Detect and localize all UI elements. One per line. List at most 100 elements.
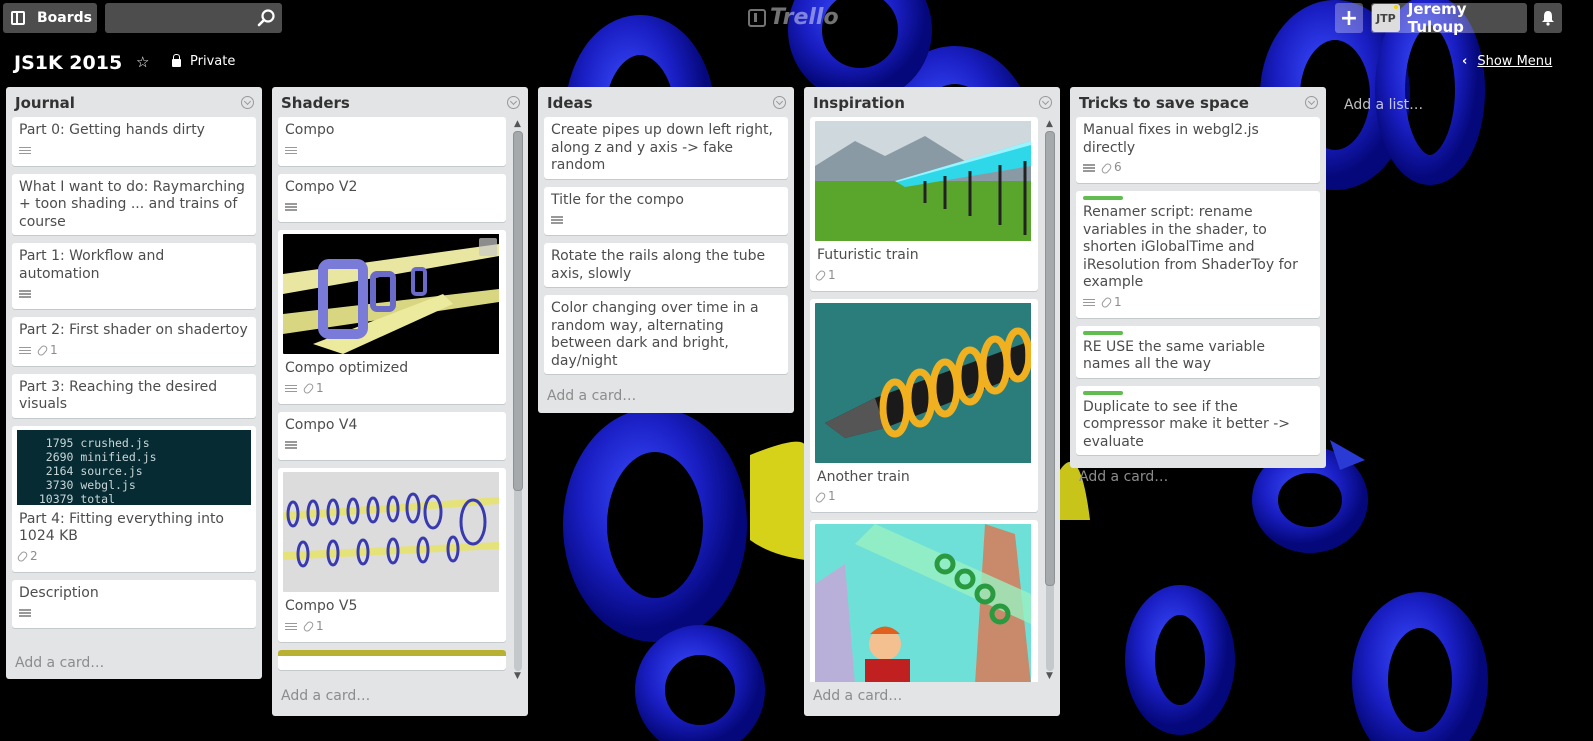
description-icon bbox=[285, 202, 297, 212]
star-icon[interactable]: ☆ bbox=[136, 53, 149, 71]
scrollbar-thumb[interactable] bbox=[513, 131, 523, 491]
card[interactable]: Futuristic train 1 bbox=[810, 117, 1038, 291]
add-card-link[interactable]: Add a card… bbox=[538, 382, 794, 412]
add-card-link[interactable]: Add a card… bbox=[6, 649, 262, 679]
scroll-down-arrow[interactable]: ▼ bbox=[514, 671, 521, 681]
card[interactable]: Color changing over time in a random way… bbox=[544, 295, 788, 374]
list-menu-icon[interactable] bbox=[1039, 96, 1052, 109]
scroll-down-arrow[interactable]: ▼ bbox=[1046, 671, 1053, 681]
attachment-icon bbox=[814, 490, 827, 504]
card[interactable]: Title for the compo bbox=[544, 186, 788, 235]
card[interactable]: Duplicate to see if the compressor make … bbox=[1076, 385, 1320, 455]
add-card-link[interactable]: Add a card… bbox=[272, 682, 528, 712]
attachment-count: 1 bbox=[316, 380, 324, 395]
card-title: Part 3: Reaching the desired visuals bbox=[19, 378, 218, 413]
list-title[interactable]: Journal bbox=[15, 94, 75, 112]
show-menu-link[interactable]: ‹ Show Menu bbox=[1462, 54, 1552, 69]
list-header[interactable]: Ideas bbox=[538, 87, 794, 117]
add-list-link[interactable]: Add a list… bbox=[1344, 97, 1423, 113]
card[interactable]: Another train 1 bbox=[810, 298, 1038, 512]
list-menu-icon[interactable] bbox=[1305, 96, 1318, 109]
attachment-icon bbox=[36, 344, 49, 357]
card[interactable]: Renamer script: rename variables in the … bbox=[1076, 191, 1320, 318]
boards-button[interactable]: Boards bbox=[3, 3, 97, 33]
card[interactable]: Part 1: Workflow and automation bbox=[12, 243, 256, 309]
description-icon bbox=[285, 622, 297, 632]
avatar: JTP bbox=[1372, 4, 1400, 32]
card[interactable]: What I want to do: Raymarching + toon sh… bbox=[12, 173, 256, 235]
edit-pencil-icon[interactable] bbox=[479, 238, 497, 256]
card[interactable]: 1795 crushed.js 2690 minified.js 2164 so… bbox=[12, 425, 256, 572]
search-icon[interactable] bbox=[256, 8, 276, 28]
list-title[interactable]: Inspiration bbox=[813, 94, 905, 112]
privacy-label: Private bbox=[190, 54, 236, 69]
card[interactable]: Part 2: First shader on shadertoy 1 bbox=[12, 317, 256, 366]
card[interactable]: Rotate the rails along the tube axis, sl… bbox=[544, 243, 788, 287]
search-input[interactable] bbox=[105, 3, 282, 33]
list-title[interactable]: Ideas bbox=[547, 94, 593, 112]
card-title: Part 0: Getting hands dirty bbox=[19, 122, 205, 138]
card[interactable] bbox=[810, 520, 1038, 682]
card[interactable]: Compo optimized 1 bbox=[278, 230, 506, 404]
card-cover-console: 1795 crushed.js 2690 minified.js 2164 so… bbox=[17, 429, 251, 505]
add-card-link[interactable]: Add a card… bbox=[804, 682, 1060, 712]
card[interactable]: RE USE the same variable names all the w… bbox=[1076, 325, 1320, 378]
card-container: Part 0: Getting hands dirty What I want … bbox=[6, 117, 262, 649]
privacy-button[interactable]: Private bbox=[172, 53, 236, 69]
card-label-green bbox=[1083, 196, 1123, 200]
list-menu-icon[interactable] bbox=[507, 96, 520, 109]
list-header[interactable]: Tricks to save space bbox=[1070, 87, 1326, 117]
member-menu-button[interactable]: JTP Jeremy Tuloup bbox=[1371, 0, 1527, 36]
trello-logo[interactable]: Trello bbox=[748, 5, 839, 30]
card[interactable]: Part 3: Reaching the desired visuals bbox=[12, 373, 256, 418]
boards-icon bbox=[11, 11, 25, 25]
card[interactable]: Compo V5 1 bbox=[278, 468, 506, 642]
scrollbar-thumb[interactable] bbox=[1045, 131, 1055, 586]
card[interactable]: Compo V4 bbox=[278, 411, 506, 460]
card-container: Futuristic train 1 Another train 1 bbox=[804, 117, 1060, 682]
card[interactable]: Compo bbox=[278, 117, 506, 166]
card[interactable] bbox=[278, 649, 506, 670]
card[interactable]: Part 0: Getting hands dirty bbox=[12, 117, 256, 166]
user-name: Jeremy Tuloup bbox=[1407, 0, 1467, 36]
board-header: JS1K 2015 ☆ Private ‹ Show Menu bbox=[0, 40, 1593, 84]
lock-icon bbox=[172, 53, 181, 67]
notifications-button[interactable] bbox=[1534, 3, 1562, 33]
list-header[interactable]: Inspiration bbox=[804, 87, 1060, 117]
add-card-link[interactable]: Add a card… bbox=[1070, 463, 1326, 493]
card[interactable]: Compo V2 bbox=[278, 173, 506, 222]
list-header[interactable]: Journal bbox=[6, 87, 262, 117]
attachment-count: 1 bbox=[1114, 294, 1122, 309]
description-icon bbox=[19, 289, 31, 299]
bell-icon bbox=[1542, 11, 1554, 26]
description-icon bbox=[19, 346, 31, 356]
top-bar: Boards Trello + JTP Jeremy Tuloup bbox=[0, 0, 1593, 36]
list-header[interactable]: Shaders bbox=[272, 87, 528, 117]
add-button[interactable]: + bbox=[1335, 3, 1363, 33]
chevron-left-icon: ‹ bbox=[1462, 54, 1468, 69]
card-title: Compo bbox=[285, 122, 335, 138]
card-cover-image bbox=[815, 302, 1033, 463]
card[interactable]: Description bbox=[12, 579, 256, 628]
list-title[interactable]: Shaders bbox=[281, 94, 350, 112]
scroll-up-arrow[interactable]: ▲ bbox=[514, 119, 521, 129]
description-icon bbox=[285, 384, 297, 394]
console-line: 2164 source.js bbox=[25, 463, 143, 478]
board-title[interactable]: JS1K 2015 bbox=[14, 52, 122, 74]
card[interactable]: Create pipes up down left right, along z… bbox=[544, 117, 788, 179]
card[interactable]: Manual fixes in webgl2.js directly 6 bbox=[1076, 117, 1320, 183]
card-label-green bbox=[1083, 330, 1123, 335]
card-container: Create pipes up down left right, along z… bbox=[538, 117, 794, 382]
list-menu-icon[interactable] bbox=[773, 96, 786, 109]
list-title[interactable]: Tricks to save space bbox=[1079, 94, 1249, 112]
card-title: Description bbox=[19, 584, 99, 601]
card-title: Part 1: Workflow and automation bbox=[19, 248, 165, 282]
list-scrollbar[interactable]: ▲ ▼ bbox=[1044, 119, 1056, 683]
attachment-count: 1 bbox=[50, 342, 58, 357]
card-title: Title for the compo bbox=[551, 191, 684, 208]
list-scrollbar[interactable]: ▲ ▼ bbox=[512, 119, 524, 683]
card-title: Duplicate to see if the compressor make … bbox=[1083, 398, 1291, 450]
list-menu-icon[interactable] bbox=[241, 96, 254, 109]
attachment-count: 2 bbox=[30, 548, 38, 563]
scroll-up-arrow[interactable]: ▲ bbox=[1046, 119, 1053, 129]
